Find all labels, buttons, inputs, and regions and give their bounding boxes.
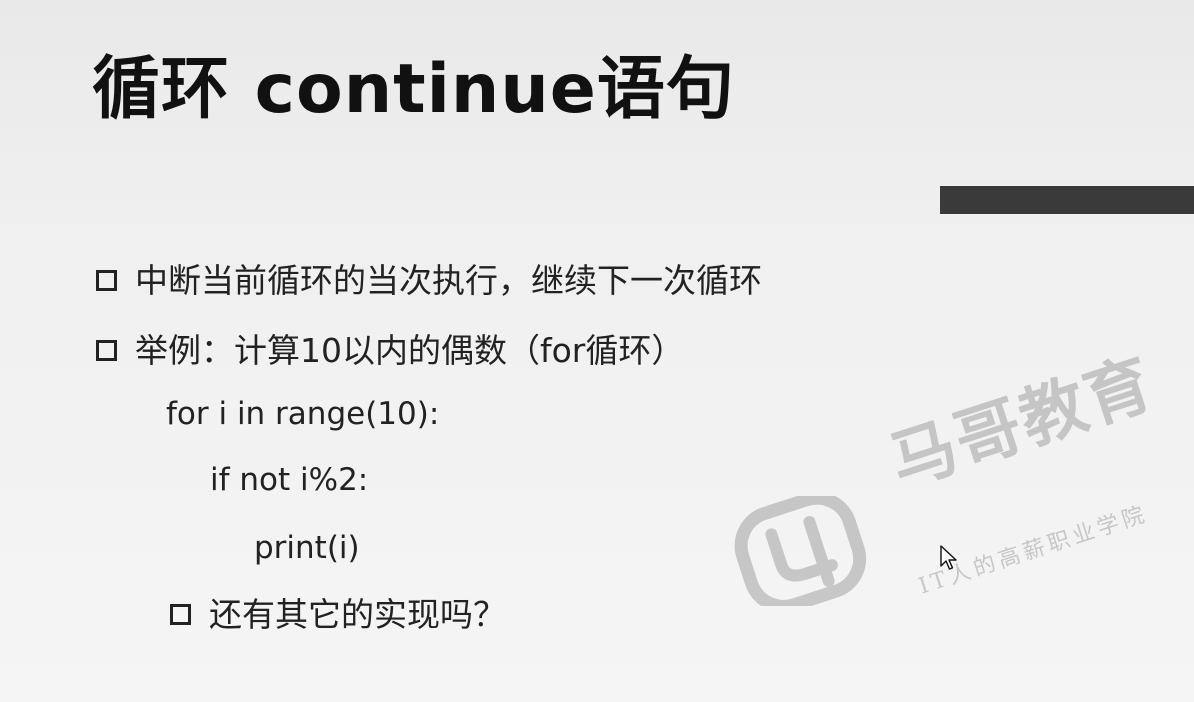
- sub-bullet-item: 还有其它的实现吗？: [170, 598, 506, 631]
- bullet-item: 中断当前循环的当次执行，继续下一次循环: [96, 264, 762, 297]
- bullet-text: 举例：计算10以内的偶数（for循环）: [135, 331, 685, 370]
- bullet-item: 举例：计算10以内的偶数（for循环）: [96, 334, 684, 367]
- slide: 循环 continue语句 中断当前循环的当次执行，继续下一次循环 举例：计算1…: [0, 0, 1194, 702]
- code-line: if not i%2:: [210, 462, 369, 498]
- code-line: print(i): [254, 530, 360, 566]
- mouse-cursor-icon: [940, 545, 957, 570]
- slide-title: 循环 continue语句: [92, 50, 735, 129]
- square-bullet-icon: [96, 340, 117, 361]
- accent-bar: [940, 186, 1194, 214]
- watermark: 马哥教育 IT人的高薪职业学院: [726, 344, 1186, 628]
- brand-logo-icon: [734, 496, 867, 606]
- bullet-text: 还有其它的实现吗？: [209, 595, 506, 634]
- square-bullet-icon: [96, 270, 117, 291]
- square-bullet-icon: [170, 604, 191, 625]
- watermark-brand: 马哥教育: [880, 344, 1164, 502]
- code-line: for i in range(10):: [166, 396, 440, 432]
- bullet-text: 中断当前循环的当次执行，继续下一次循环: [135, 261, 762, 300]
